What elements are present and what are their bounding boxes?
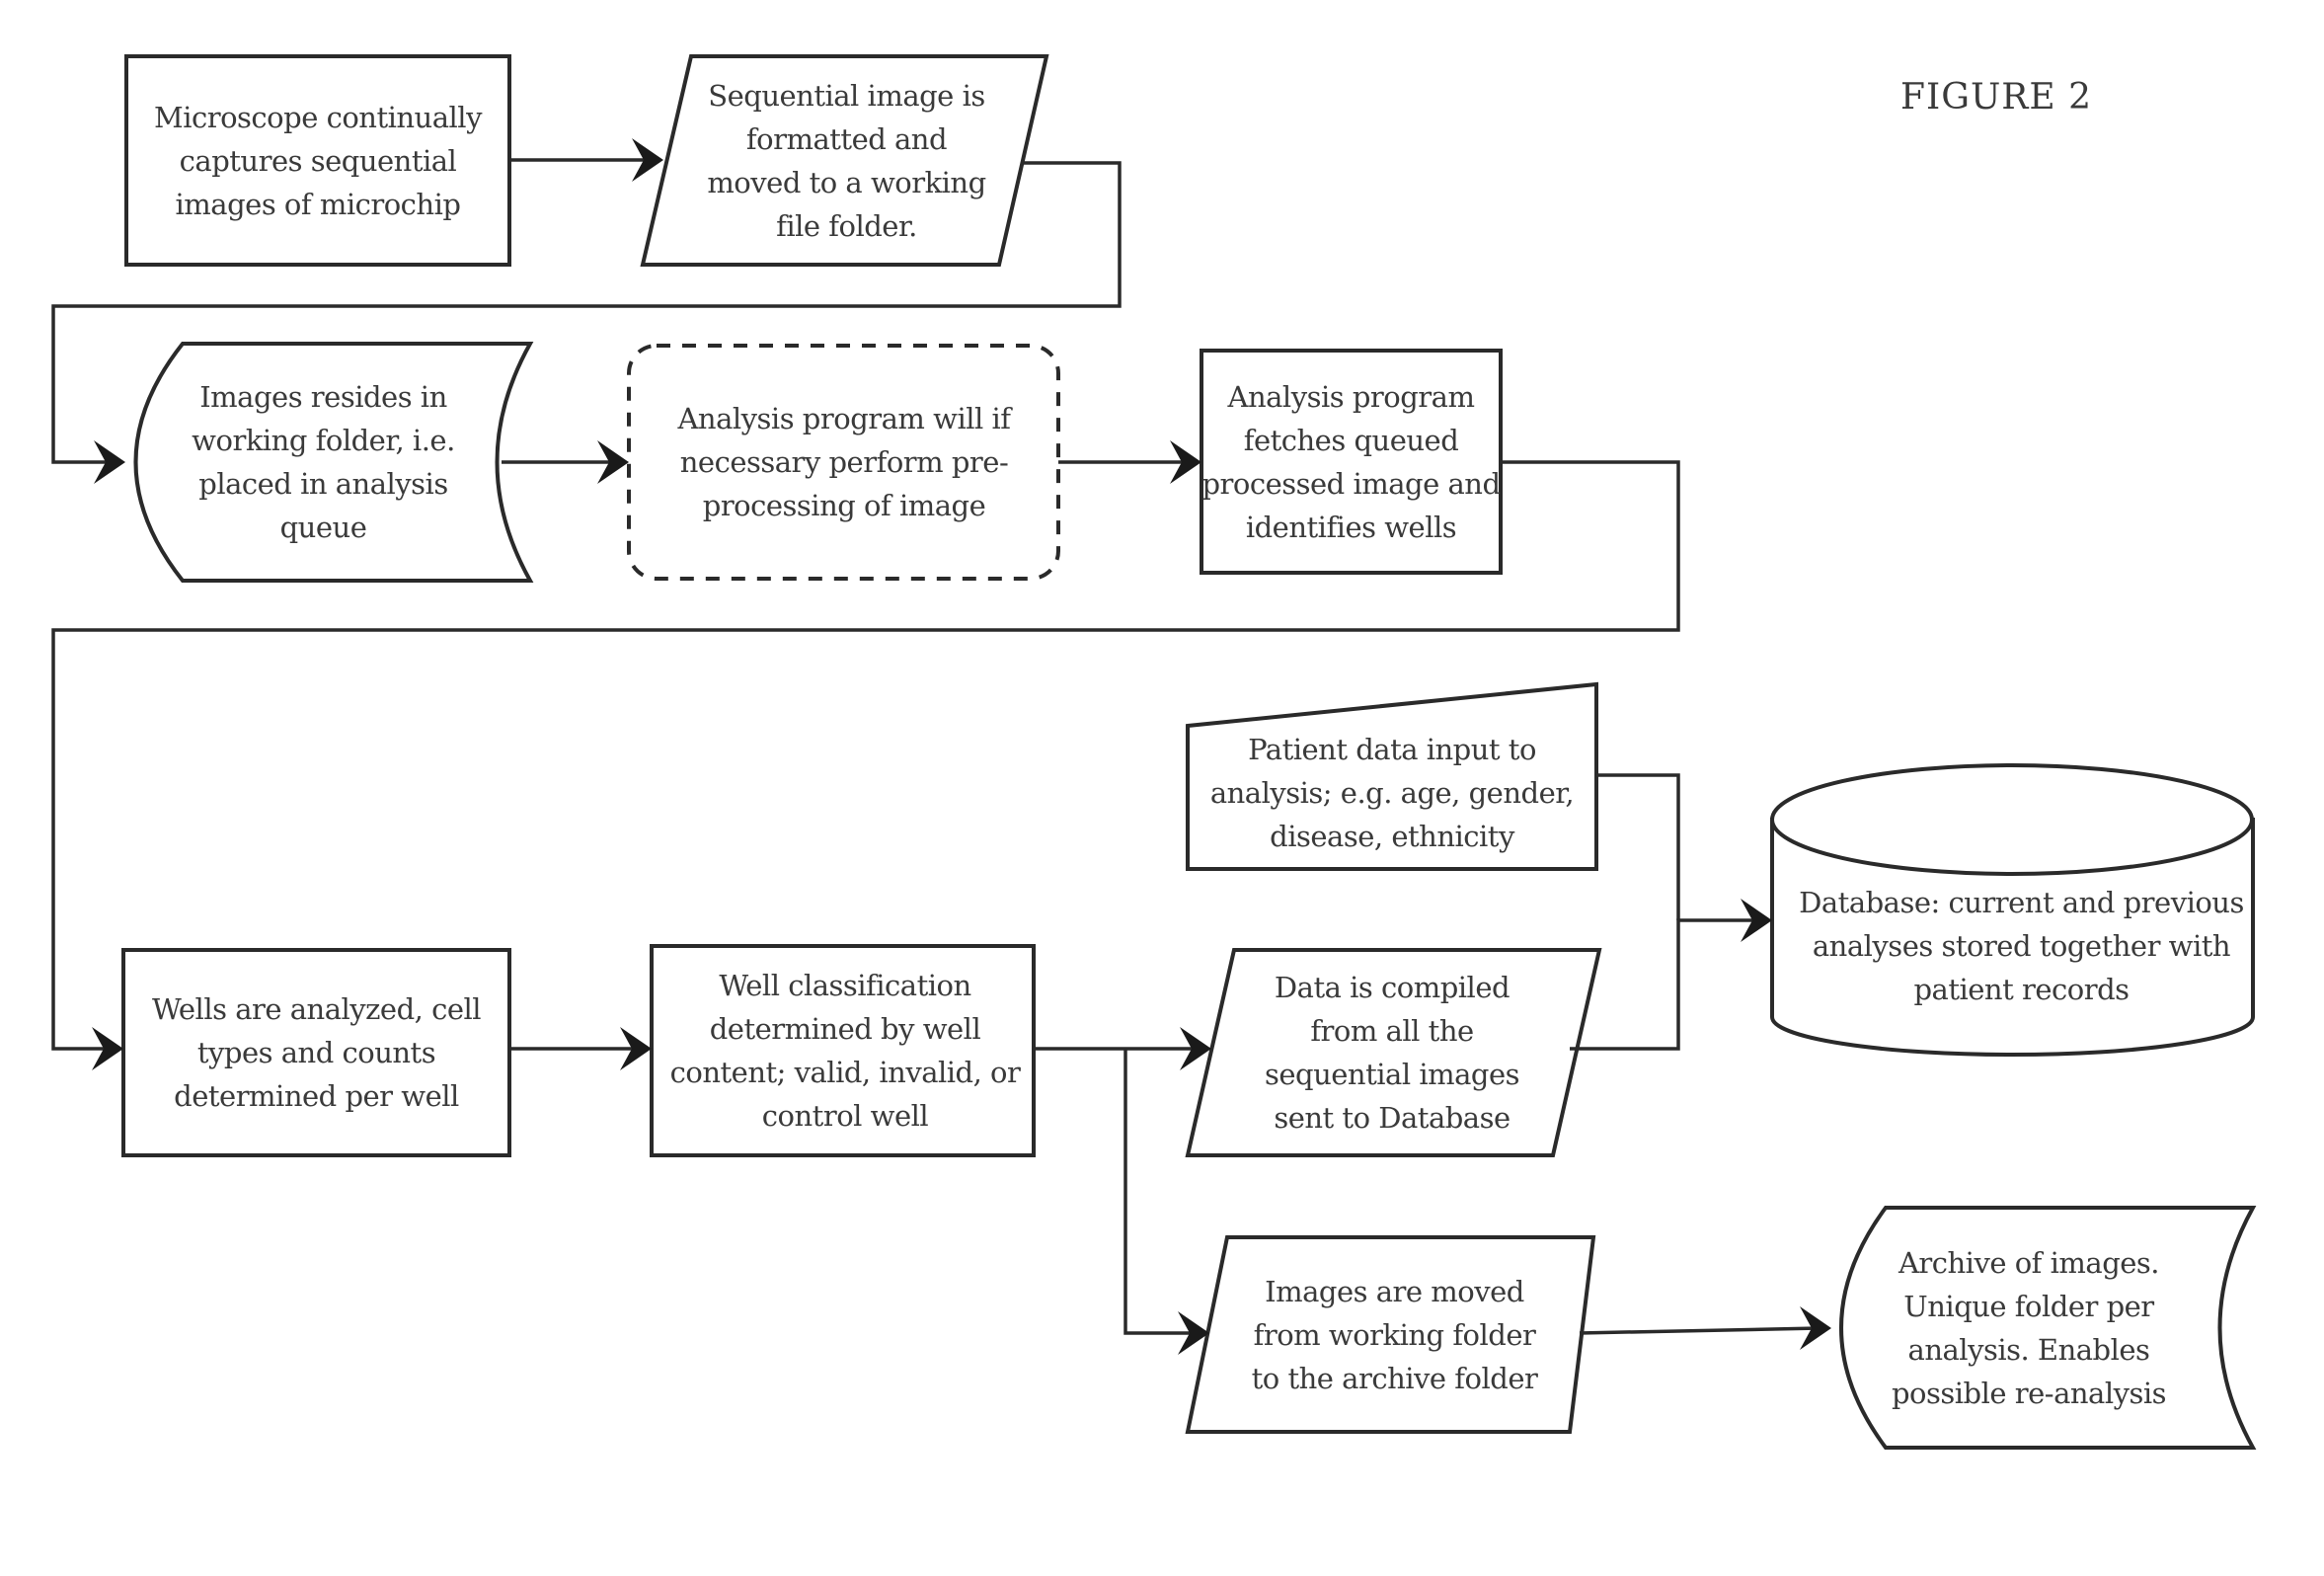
node-fetch-identify-label: Analysis program fetches queued processe… (1201, 379, 1501, 544)
node-working-folder-label: Images resides in working folder, i.e. p… (192, 380, 455, 544)
edge-microscope-to-format-image (509, 138, 663, 182)
node-compile-data-label: Data is compiled from all the sequential… (1264, 971, 1520, 1135)
node-move-images-label: Images are moved from working folder to … (1251, 1274, 1538, 1395)
edge-move-images-to-archive (1579, 1306, 1831, 1350)
node-classify-wells-label: Well classification determined by well c… (669, 969, 1021, 1133)
node-archive-label: Archive of images. Unique folder per ana… (1891, 1245, 2167, 1410)
edge-working-folder-to-preprocess (502, 440, 629, 484)
edge-preprocess-to-fetch-identify (1058, 440, 1201, 484)
edge-classify-wells-to-compile-data (1034, 1027, 1211, 1070)
edge-patient-data-to-database (1596, 773, 1680, 920)
node-database-label: Database: current and previous analyses … (1799, 885, 2244, 1006)
edge-analyze-wells-to-classify-wells (509, 1027, 652, 1070)
edge-compile-data-to-database (1570, 899, 1772, 1051)
node-analyze-wells-label: Wells are analyzed, cell types and count… (151, 992, 482, 1113)
node-microscope-label: Microscope continually captures sequenti… (154, 100, 482, 221)
node-preprocess-label: Analysis program will if necessary perfo… (677, 402, 1011, 522)
node-format-image-label: Sequential image is formatted and moved … (707, 78, 986, 243)
node-patient-data-label: Patient data input to analysis; e.g. age… (1209, 732, 1575, 853)
figure-title: FIGURE 2 (1900, 77, 2093, 118)
edge-classify-wells-to-move-images (1123, 1049, 1209, 1355)
